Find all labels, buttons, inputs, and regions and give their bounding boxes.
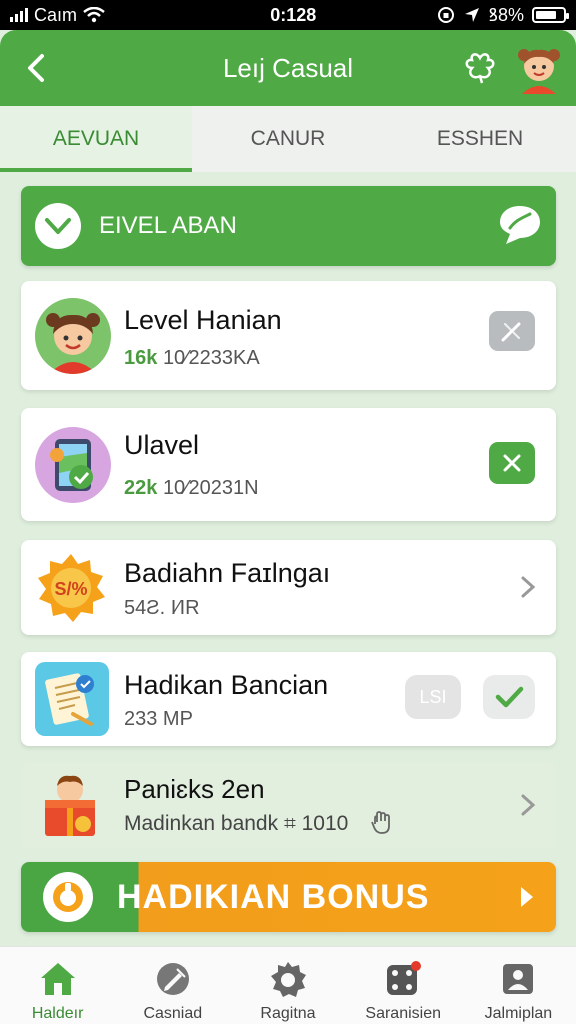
item-count: 16k <box>124 347 158 369</box>
chevron-right-icon[interactable] <box>518 575 538 599</box>
nav-item-ragitna[interactable]: Ragitna <box>230 947 345 1024</box>
bottom-nav: Haldeır Casniad Ragitna Saranisien Jalmi… <box>0 946 576 1024</box>
list-item-ulavel[interactable]: Ulavel 22k 10⁄20231N <box>21 408 556 521</box>
page-title: Leıj Casual <box>222 52 354 83</box>
dice-icon <box>387 961 422 995</box>
tab-esshen[interactable]: ESSHEN <box>384 106 576 172</box>
close-button[interactable] <box>489 442 535 484</box>
chat-bubble-icon[interactable] <box>496 200 544 248</box>
phone-map-icon <box>35 427 111 503</box>
location-icon <box>464 8 479 22</box>
nav-item-jalmiplan[interactable]: Jalmiplan <box>461 947 576 1024</box>
list-item-badiahn[interactable]: S/% Badiahn Faɪlngaı 54Ƨ. I⁄IR <box>21 540 556 635</box>
signal-icon <box>10 8 28 22</box>
nav-label: Ragitna <box>260 1005 316 1022</box>
status-bar: Caım 0:128 ꝸ8% <box>0 0 576 30</box>
bonus-button[interactable]: HADIKIAN BONUS <box>21 862 556 932</box>
home-icon <box>40 963 75 995</box>
section-banner[interactable]: EIVEL ABAN <box>21 186 556 266</box>
check-badge-icon <box>35 203 81 249</box>
girl-avatar-icon <box>35 298 111 374</box>
battery-fill <box>536 11 557 19</box>
hand-icon <box>371 811 390 834</box>
item-title: Hadikan Bancian <box>124 670 329 700</box>
nav-label: Haldeır <box>31 1005 84 1022</box>
app-header: Leıj Casual <box>0 30 576 106</box>
status-right: ꝸ8% <box>437 3 569 27</box>
item-meta: 233 MP <box>124 708 193 730</box>
list-item-hadikan[interactable]: Hadikan Bancian 233 MP LSI <box>21 652 556 746</box>
item-title: Level Hanian <box>124 305 282 335</box>
edit-icon <box>501 322 521 342</box>
item-title: Paniɛks 2en <box>124 774 265 804</box>
sale-badge-icon: S/% <box>38 554 105 622</box>
item-meta-text: 10⁄20231N <box>162 477 259 499</box>
item-meta: Madinkan bandk ⌗ 1010 <box>124 812 348 836</box>
play-arrow-icon <box>521 887 533 907</box>
document-icon <box>35 662 109 736</box>
nav-label: Jalmiplan <box>484 1005 553 1022</box>
nav-label: Casniad <box>143 1005 203 1022</box>
nav-item-saranisien[interactable]: Saranisien <box>346 947 461 1024</box>
nav-label: Saranisien <box>365 1005 442 1022</box>
item-count: 22k <box>124 477 158 499</box>
item-title: Badiahn Faɪlngaı <box>124 558 331 588</box>
user-avatar[interactable] <box>514 42 564 96</box>
bonus-label: HADIKIAN BONUS <box>117 877 430 916</box>
lock-rotation-icon <box>437 7 454 23</box>
nav-item-casniad[interactable]: Casniad <box>115 947 230 1024</box>
lsi-button[interactable]: LSI <box>405 675 461 719</box>
item-meta-extra: ⌗ 1010 <box>283 812 349 835</box>
item-meta: 22k 10⁄20231N <box>124 477 259 500</box>
back-button[interactable] <box>16 48 56 88</box>
gift-box-icon <box>45 775 95 836</box>
profile-card-icon <box>503 964 534 994</box>
edit-button[interactable] <box>489 311 535 351</box>
tab-aevuan[interactable]: AEVUAN <box>0 106 192 172</box>
battery-percent: ꝸ8% <box>488 5 524 25</box>
check-icon <box>495 686 524 708</box>
list-item-paniks[interactable]: Paniɛks 2en Madinkan bandk ⌗ 1010 <box>21 762 556 848</box>
item-meta-text: 10⁄2233KA <box>162 347 260 369</box>
pen-icon <box>156 963 189 995</box>
chevron-right-icon[interactable] <box>518 793 538 817</box>
close-icon <box>503 454 521 472</box>
banner-title: EIVEL ABAN <box>99 212 237 239</box>
item-title: Ulavel <box>124 430 200 460</box>
battery-icon <box>532 7 569 23</box>
item-meta-text: Madinkan bandk <box>124 812 279 835</box>
tab-bar: AEVUAN CANUR ESSHEN <box>0 106 576 172</box>
chevron-left-icon <box>28 54 44 82</box>
status-left: Caım <box>10 5 210 26</box>
tab-canur[interactable]: CANUR <box>192 106 384 172</box>
confirm-button[interactable] <box>483 675 535 719</box>
gear-icon <box>271 962 306 997</box>
item-meta: 16k 10⁄2233KA <box>124 347 260 370</box>
clover-icon[interactable] <box>462 50 498 86</box>
svg-text:S/%: S/% <box>54 579 87 599</box>
carrier-name: Caım <box>34 4 78 25</box>
coin-icon <box>43 872 93 922</box>
wifi-icon <box>83 7 105 23</box>
nav-item-home[interactable]: Haldeır <box>0 947 115 1024</box>
item-meta: 54Ƨ. I⁄IR <box>124 597 200 619</box>
status-time: 0:128 <box>270 4 317 25</box>
list-item-level-hanian[interactable]: Level Hanian 16k 10⁄2233KA <box>21 281 556 390</box>
